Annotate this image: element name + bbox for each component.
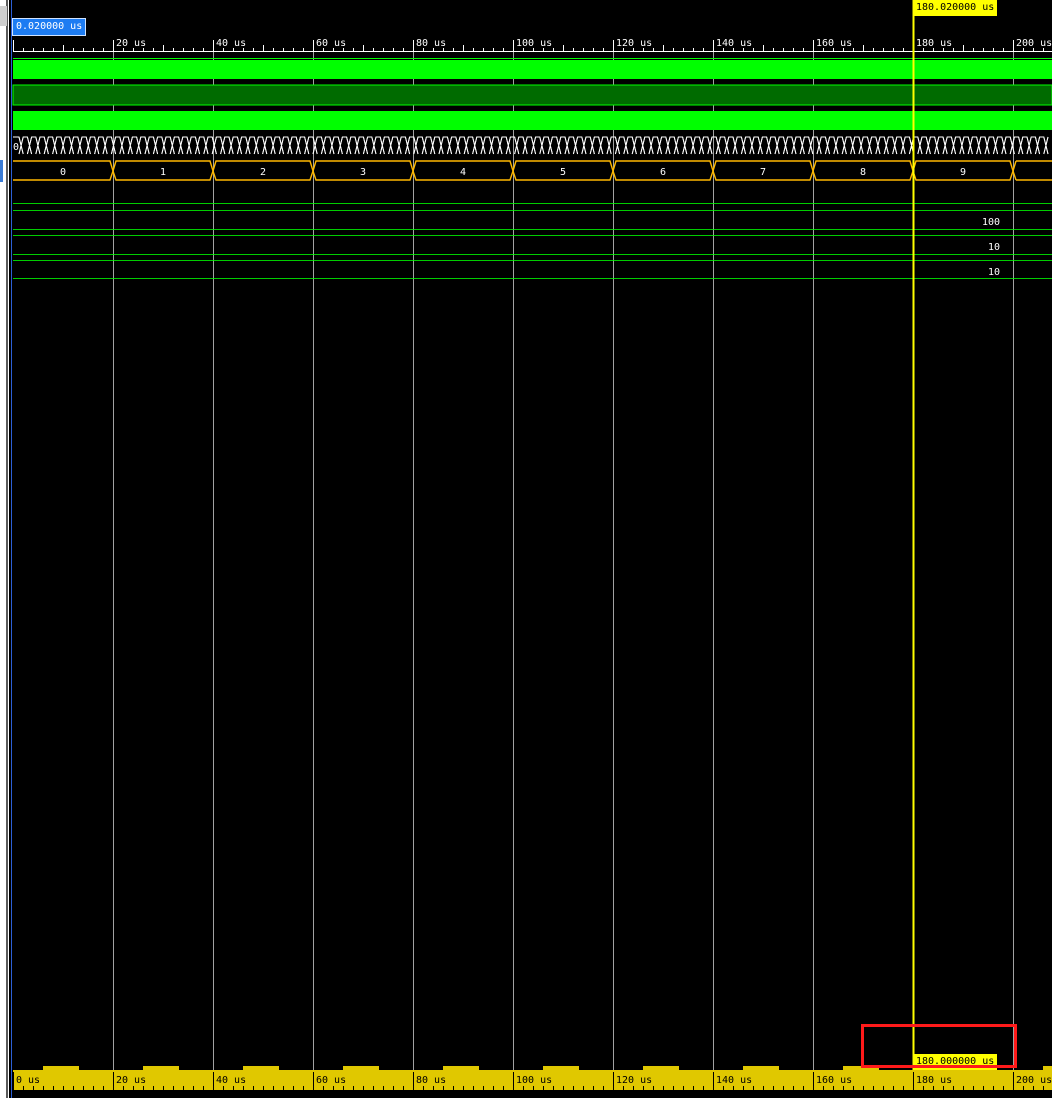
counter-value: 2 (260, 167, 266, 178)
counter-value: 9 (960, 167, 966, 178)
signal-row-1-clock (13, 60, 1052, 79)
counter-value: 5 (560, 167, 566, 178)
ruler-tick-label: 80 us (416, 38, 446, 49)
bottom-ruler-label: 160 us (816, 1075, 852, 1086)
counter-value: 3 (360, 167, 366, 178)
counter-value: 7 (760, 167, 766, 178)
bottom-ruler-tab (243, 1066, 279, 1071)
counter-value: 6 (660, 167, 666, 178)
bottom-ruler-label: 0 us (16, 1075, 40, 1086)
waveform-viewer[interactable]: 20 us 40 us 60 us 80 us 100 us 120 us 140 us 16… (0, 0, 1052, 1098)
bottom-ruler-tab (343, 1066, 379, 1071)
bottom-ruler-label: 60 us (316, 1075, 346, 1086)
bottom-ruler-label: 120 us (616, 1075, 652, 1086)
ruler-tick-label: 120 us (616, 38, 652, 49)
signal-row-3-clock (13, 111, 1052, 130)
counter-value: 4 (460, 167, 466, 178)
bottom-ruler-label: 200 us (1016, 1075, 1052, 1086)
bottom-ruler-tab (543, 1066, 579, 1071)
start-cursor-label[interactable]: 0.020000 us (12, 18, 87, 36)
bottom-ruler-label: 180 us (916, 1075, 952, 1086)
bottom-ruler-label: 20 us (116, 1075, 146, 1086)
ruler-tick-label: 160 us (816, 38, 852, 49)
counter-value: 1 (160, 167, 166, 178)
signal-value-label: 100 (982, 217, 1000, 228)
ruler-tick-label: 200 us (1016, 38, 1052, 49)
bottom-ruler-label: 140 us (716, 1075, 752, 1086)
ruler-tick-label: 100 us (516, 38, 552, 49)
bottom-ruler-tab (143, 1066, 179, 1071)
signal-value-label: 10 (988, 267, 1000, 278)
signal-value-label: 10 (988, 242, 1000, 253)
bottom-ruler-tab (743, 1066, 779, 1071)
highlight-annotation (861, 1024, 1017, 1068)
ruler-tick-label: 60 us (316, 38, 346, 49)
bottom-ruler-label: 100 us (516, 1075, 552, 1086)
bottom-ruler-tab (643, 1066, 679, 1071)
ruler-tick-label: 40 us (216, 38, 246, 49)
ruler-tick-label: 180 us (916, 38, 952, 49)
bottom-ruler-label: 80 us (416, 1075, 446, 1086)
signal-row-4-transitions (18, 136, 1049, 155)
signal-row-2-bus (12, 84, 1052, 106)
signal-row-4-start-value: 0 (13, 142, 19, 153)
bottom-ruler-tab (1043, 1066, 1052, 1071)
ruler-tick-label: 20 us (116, 38, 146, 49)
ruler-tick-label: 140 us (716, 38, 752, 49)
waveform-canvas[interactable]: 20 us 40 us 60 us 80 us 100 us 120 us 140 us 16… (0, 0, 1052, 1098)
counter-value: 0 (60, 167, 66, 178)
bottom-ruler-tab (43, 1066, 79, 1071)
main-cursor-top-label[interactable]: 180.020000 us (913, 0, 998, 16)
bottom-ruler-label: 40 us (216, 1075, 246, 1086)
counter-value: 8 (860, 167, 866, 178)
counter-segment-next (1012, 160, 1052, 181)
bottom-ruler-tab (443, 1066, 479, 1071)
